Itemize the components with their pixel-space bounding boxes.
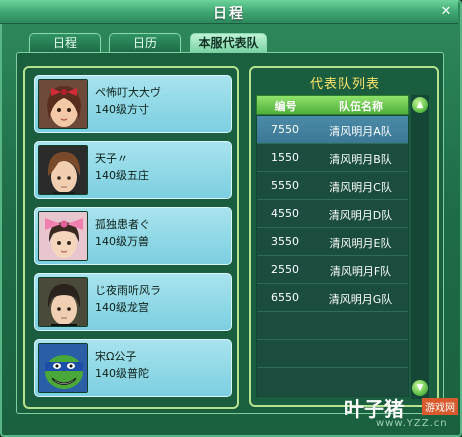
tab-schedule-label: 日程 bbox=[52, 36, 77, 50]
tab-server-team[interactable]: 本服代表队 bbox=[190, 33, 267, 52]
table-row[interactable]: 5550 清风明月C队 bbox=[257, 172, 408, 200]
team-name-cell: 清风明月C队 bbox=[329, 181, 392, 194]
watermark-url: www.YZZ.cn bbox=[376, 418, 448, 429]
avatar bbox=[38, 343, 88, 393]
member-card[interactable]: ペ怖叮大大ヴ 140级方寸 bbox=[34, 75, 232, 133]
table-row[interactable]: 7550 清风明月A队 bbox=[257, 116, 408, 144]
member-card[interactable]: 孤独患者ぐ 140级万兽 bbox=[34, 207, 232, 265]
chevron-down-icon: ▼ bbox=[416, 383, 424, 393]
team-list-scrollbar[interactable] bbox=[411, 95, 429, 399]
team-id-cell: 2550 bbox=[271, 263, 299, 276]
column-header-id: 编号 bbox=[274, 100, 297, 113]
member-level-school: 140级龙宫 bbox=[95, 301, 149, 314]
team-name-cell: 清风明月E队 bbox=[329, 237, 392, 250]
team-id-cell: 5550 bbox=[271, 179, 299, 192]
avatar bbox=[38, 277, 88, 327]
team-name-cell: 清风明月B队 bbox=[329, 153, 392, 166]
member-name: 孤独患者ぐ bbox=[95, 218, 150, 231]
avatar bbox=[38, 79, 88, 129]
team-name-cell: 清风明月F队 bbox=[329, 265, 392, 278]
team-id-cell: 7550 bbox=[271, 123, 299, 136]
table-row[interactable]: 1550 清风明月B队 bbox=[257, 144, 408, 172]
team-id-cell: 4550 bbox=[271, 207, 299, 220]
ninja-turtle-icon bbox=[39, 344, 87, 392]
close-icon: ✕ bbox=[440, 4, 452, 19]
member-name: 宋Ω公子 bbox=[95, 350, 137, 363]
team-id-cell: 1550 bbox=[271, 151, 299, 164]
title-bar[interactable]: 日程 ✕ bbox=[0, 0, 458, 24]
team-table-header: 编号 队伍名称 bbox=[256, 95, 409, 115]
member-card[interactable]: じ夜雨听风ラ 140级龙宫 bbox=[34, 273, 232, 331]
team-name-cell: 清风明月D队 bbox=[328, 209, 393, 222]
chevron-up-icon: ▲ bbox=[416, 100, 424, 110]
member-name: じ夜雨听风ラ bbox=[95, 284, 161, 297]
member-level-school: 140级万兽 bbox=[95, 235, 149, 248]
member-name: ペ怖叮大大ヴ bbox=[95, 86, 161, 99]
boy-brown-hair-icon bbox=[39, 146, 87, 194]
girl-pink-bow-icon bbox=[39, 212, 87, 260]
column-header-team-name: 队伍名称 bbox=[339, 100, 383, 113]
tab-calendar-label: 日历 bbox=[132, 36, 157, 50]
member-level-school: 140级五庄 bbox=[95, 169, 149, 182]
table-row[interactable]: 2550 清风明月F队 bbox=[257, 256, 408, 284]
table-row[interactable]: 4550 清风明月D队 bbox=[257, 200, 408, 228]
team-name-cell: 清风明月A队 bbox=[329, 125, 392, 138]
scroll-up-button[interactable]: ▲ bbox=[412, 97, 428, 113]
avatar bbox=[38, 145, 88, 195]
girl-red-bow-icon bbox=[39, 80, 87, 128]
boy-dark-hair-icon bbox=[39, 278, 87, 326]
table-row[interactable] bbox=[257, 368, 408, 396]
watermark-tag: 游戏网 bbox=[422, 398, 458, 415]
table-row[interactable]: 3550 清风明月E队 bbox=[257, 228, 408, 256]
team-name-cell: 清风明月G队 bbox=[328, 293, 393, 306]
member-level-school: 140级普陀 bbox=[95, 367, 149, 380]
close-button[interactable]: ✕ bbox=[438, 4, 454, 20]
team-id-cell: 6550 bbox=[271, 291, 299, 304]
table-row[interactable] bbox=[257, 312, 408, 340]
member-card[interactable]: 天子〃 140级五庄 bbox=[34, 141, 232, 199]
table-row[interactable]: 6550 清风明月G队 bbox=[257, 284, 408, 312]
site-watermark: 叶子猪 游戏网 www.YZZ.cn bbox=[344, 393, 462, 437]
tab-schedule[interactable]: 日程 bbox=[29, 33, 101, 52]
table-row[interactable] bbox=[257, 340, 408, 368]
team-id-cell: 3550 bbox=[271, 235, 299, 248]
tab-calendar[interactable]: 日历 bbox=[109, 33, 181, 52]
window-title: 日程 bbox=[213, 6, 245, 22]
tab-server-team-label: 本服代表队 bbox=[198, 36, 259, 50]
avatar bbox=[38, 211, 88, 261]
team-list-title: 代表队列表 bbox=[309, 77, 380, 92]
member-name: 天子〃 bbox=[95, 152, 128, 165]
member-card[interactable]: 宋Ω公子 140级普陀 bbox=[34, 339, 232, 397]
member-level-school: 140级方寸 bbox=[95, 103, 149, 116]
